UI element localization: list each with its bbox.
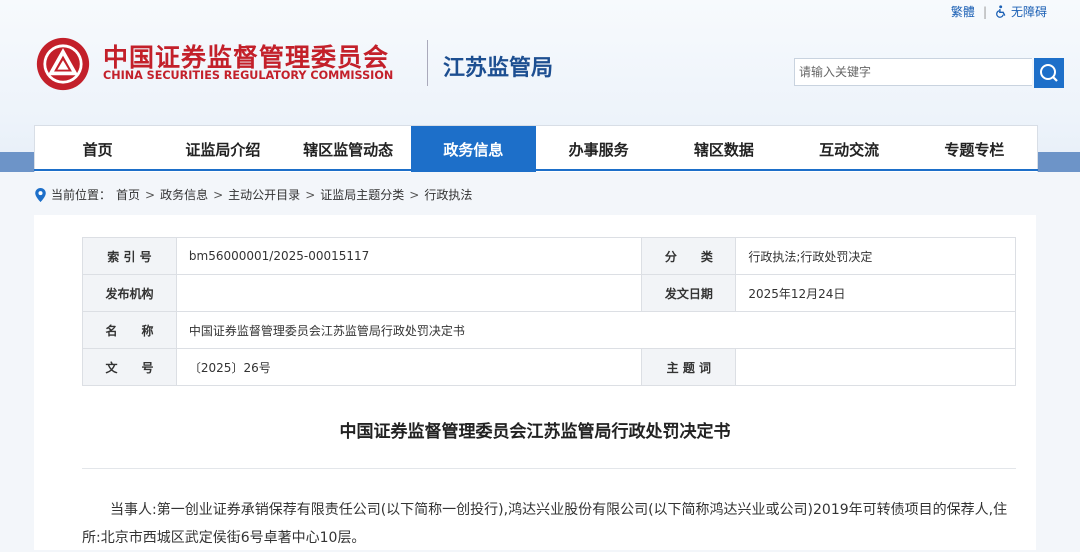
breadcrumb-separator: >: [213, 187, 224, 202]
index-number-label: 索 引 号: [82, 237, 177, 275]
title-divider: [427, 40, 428, 86]
nav-item-regulatory-news[interactable]: 辖区监管动态: [286, 126, 411, 172]
breadcrumb-prefix: 当前位置：: [51, 188, 112, 202]
doc-number-label: 文 号: [82, 348, 177, 386]
subject-words-label: 主 题 词: [641, 348, 737, 386]
accessibility-label: 无障碍: [1010, 5, 1047, 19]
main-nav: 首页 证监局介绍 辖区监管动态 政务信息 办事服务 辖区数据 互动交流 专题专栏: [34, 125, 1038, 172]
doc-name-value: 中国证券监督管理委员会江苏监管局行政处罚决定书: [175, 311, 1017, 349]
nav-item-bureau-intro[interactable]: 证监局介绍: [160, 126, 285, 172]
table-row: 索 引 号 bm56000001/2025-00015117 分 类 行政执法;…: [82, 237, 1016, 275]
wheelchair-icon: [996, 5, 1006, 18]
content-panel: 索 引 号 bm56000001/2025-00015117 分 类 行政执法;…: [34, 215, 1036, 550]
search-button[interactable]: [1034, 58, 1064, 88]
breadcrumb-enforcement[interactable]: 行政执法: [424, 186, 472, 203]
accessibility-link[interactable]: 无障碍: [995, 3, 1047, 20]
publisher-label: 发布机构: [82, 274, 177, 312]
issue-date-label: 发文日期: [641, 274, 737, 312]
nav-item-services[interactable]: 办事服务: [536, 126, 661, 172]
nav-item-government-info[interactable]: 政务信息: [410, 126, 536, 172]
site-title-english: CHINA SECURITIES REGULATORY COMMISSION: [103, 69, 394, 82]
document-paragraph: 当事人:第一创业证券承销保荐有限责任公司(以下简称一创投行),鸿达兴业股份有限公…: [82, 502, 1008, 546]
location-pin-icon: [35, 187, 46, 202]
document-meta-table: 索 引 号 bm56000001/2025-00015117 分 类 行政执法;…: [82, 237, 1017, 386]
nav-item-home[interactable]: 首页: [35, 126, 160, 172]
table-row: 文 号 〔2025〕26号 主 题 词: [82, 348, 1016, 386]
search-input[interactable]: [794, 58, 1032, 86]
issue-date-value: 2025年12月24日: [735, 274, 1016, 312]
csrc-emblem-icon[interactable]: [35, 36, 91, 92]
subject-words-value: [735, 348, 1016, 386]
nav-item-special-topics[interactable]: 专题专栏: [912, 126, 1037, 172]
breadcrumb: 当前位置： 首页 > 政务信息 > 主动公开目录 > 证监局主题分类 > 行政执…: [35, 186, 472, 203]
doc-name-label: 名 称: [82, 311, 177, 349]
breadcrumb-topic-category[interactable]: 证监局主题分类: [320, 186, 404, 203]
top-links: 繁體 | 无障碍: [951, 3, 1047, 20]
bureau-title: 江苏监管局: [443, 56, 554, 81]
table-row: 发布机构 发文日期 2025年12月24日: [82, 274, 1016, 312]
search-box: [794, 58, 1064, 88]
nav-underline: [34, 169, 1038, 171]
breadcrumb-public-catalog[interactable]: 主动公开目录: [228, 186, 300, 203]
category-label: 分 类: [641, 237, 737, 275]
doc-number-value: 〔2025〕26号: [175, 348, 643, 386]
traditional-chinese-link[interactable]: 繁體: [951, 3, 975, 20]
nav-item-interaction[interactable]: 互动交流: [787, 126, 912, 172]
table-row: 名 称 中国证券监督管理委员会江苏监管局行政处罚决定书: [82, 311, 1017, 349]
nav-item-regional-data[interactable]: 辖区数据: [661, 126, 786, 172]
publisher-value: [175, 274, 643, 312]
breadcrumb-home[interactable]: 首页: [116, 186, 140, 203]
breadcrumb-separator: >: [305, 187, 316, 202]
category-value: 行政执法;行政处罚决定: [735, 237, 1016, 275]
breadcrumb-separator: >: [409, 187, 420, 202]
title-divider-line: [82, 468, 1016, 469]
document-title: 中国证券监督管理委员会江苏监管局行政处罚决定书: [339, 422, 731, 442]
breadcrumb-government-info[interactable]: 政务信息: [160, 186, 208, 203]
top-links-separator: |: [982, 4, 987, 19]
index-number-value: bm56000001/2025-00015117: [175, 237, 643, 275]
breadcrumb-separator: >: [145, 187, 156, 202]
search-icon: [1040, 64, 1058, 82]
